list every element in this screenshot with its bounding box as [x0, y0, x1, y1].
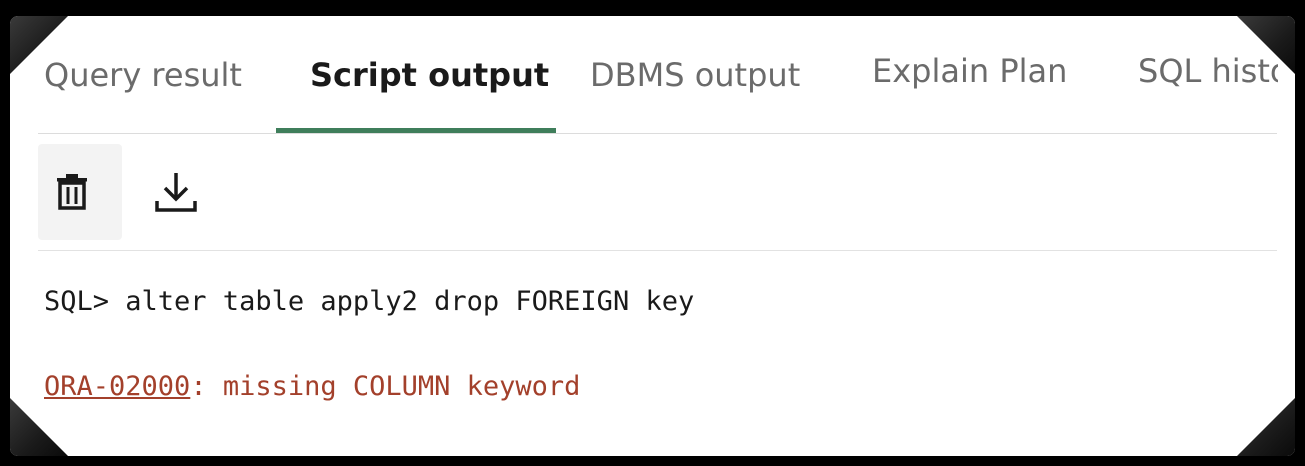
frame-corner: [10, 398, 68, 456]
output-tabs: Query result Script output DBMS output E…: [10, 16, 1295, 134]
download-output-button[interactable]: [148, 164, 204, 220]
script-output-panel: Query result Script output DBMS output E…: [10, 16, 1295, 456]
toolbar-divider: [38, 250, 1277, 251]
tab-dbms-output[interactable]: DBMS output: [590, 56, 800, 94]
error-line: ORA-02000: missing COLUMN keyword: [44, 371, 580, 402]
output-toolbar: [38, 144, 122, 240]
frame-corner: [1237, 398, 1295, 456]
download-icon: [155, 173, 197, 212]
tab-explain-plan[interactable]: Explain Plan: [872, 52, 1067, 90]
error-message: : missing COLUMN keyword: [190, 371, 581, 402]
sql-command-line: SQL> alter table apply2 drop FOREIGN key: [44, 286, 695, 317]
error-code-link[interactable]: ORA-02000: [44, 371, 190, 402]
tab-sql-history[interactable]: SQL history: [1138, 52, 1278, 90]
tab-divider: [38, 133, 1277, 134]
clear-output-button[interactable]: [44, 164, 100, 220]
trash-icon: [57, 174, 87, 210]
tab-query-result[interactable]: Query result: [44, 56, 242, 94]
tab-script-output[interactable]: Script output: [310, 56, 549, 94]
